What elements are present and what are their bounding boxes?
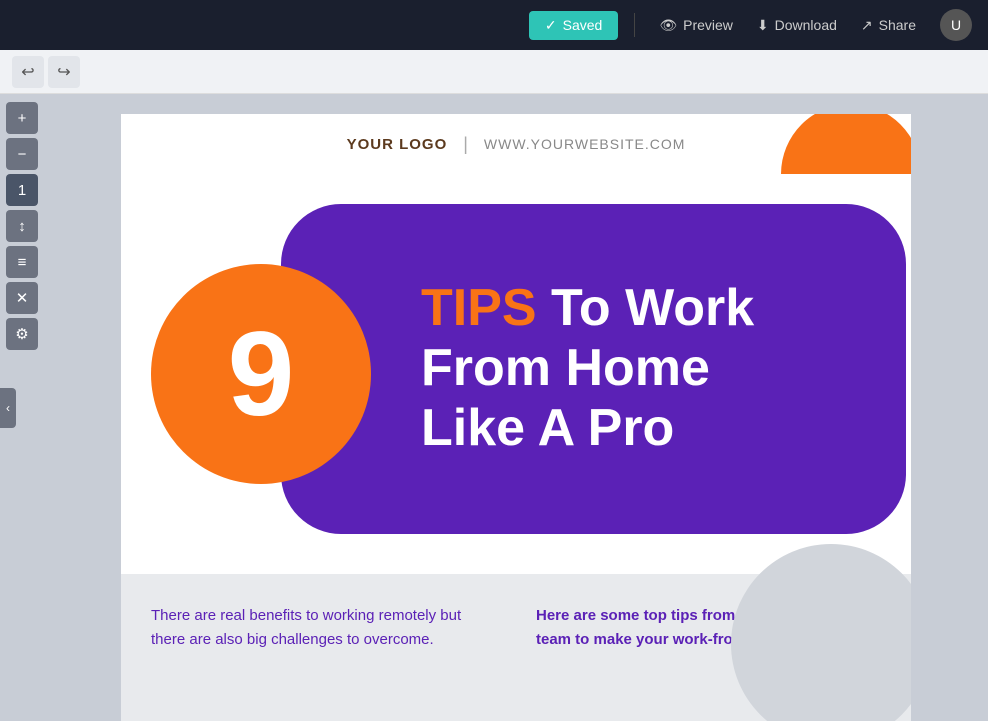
download-button[interactable]: ⬇ Download <box>749 13 845 38</box>
close-icon: ✕ <box>16 289 29 307</box>
remove-element-button[interactable]: − <box>6 138 38 170</box>
left-sidebar: ‹ + − 1 ↕ ≡ ✕ ⚙ <box>0 94 44 721</box>
download-icon: ⬇ <box>757 17 769 34</box>
undo-button[interactable]: ↩ <box>12 56 44 88</box>
settings-button[interactable]: ⚙ <box>6 318 38 350</box>
bottom-left-text: There are real benefits to working remot… <box>151 604 496 704</box>
hero-section: TIPS To Work From Home Like A Pro 9 <box>121 174 911 574</box>
preview-button[interactable]: 👁 Preview <box>651 13 741 38</box>
navbar: ✓ Saved 👁 Preview ⬇ Download ↗ Share U <box>0 0 988 50</box>
minus-icon: − <box>18 146 27 163</box>
resize-button[interactable]: ↕ <box>6 210 38 242</box>
resize-icon: ↕ <box>18 218 26 235</box>
add-element-button[interactable]: + <box>6 102 38 134</box>
page-number-button[interactable]: 1 <box>6 174 38 206</box>
eye-icon: 👁 <box>659 17 677 34</box>
share-icon: ↗ <box>861 17 873 34</box>
chevron-left-icon: ‹ <box>6 401 10 415</box>
canvas-header: YOUR LOGO | WWW.YOURWEBSITE.COM <box>121 114 911 174</box>
editor-area: ‹ + − 1 ↕ ≡ ✕ ⚙ YOUR LOGO | W <box>0 94 988 721</box>
number-circle: 9 <box>151 264 371 484</box>
check-icon: ✓ <box>545 17 557 34</box>
hero-line3: Like A Pro <box>421 399 674 457</box>
redo-button[interactable]: ↪ <box>48 56 80 88</box>
website-text: WWW.YOURWEBSITE.COM <box>484 136 686 152</box>
header-divider: | <box>463 134 468 155</box>
undo-icon: ↩ <box>21 62 34 82</box>
layers-button[interactable]: ≡ <box>6 246 38 278</box>
collapse-panel-button[interactable]: ‹ <box>0 388 16 428</box>
avatar-initial: U <box>951 17 961 33</box>
share-label: Share <box>879 17 916 33</box>
nav-divider <box>634 13 635 37</box>
purple-blob-background: TIPS To Work From Home Like A Pro <box>281 204 906 534</box>
page-number-icon: 1 <box>18 182 26 199</box>
download-label: Download <box>775 17 837 33</box>
toolbar: ↩ ↪ <box>0 50 988 94</box>
layers-icon: ≡ <box>18 254 27 271</box>
plus-icon: + <box>18 110 27 127</box>
bottom-section: There are real benefits to working remot… <box>121 574 911 721</box>
number-text: 9 <box>228 314 295 434</box>
canvas-container: YOUR LOGO | WWW.YOURWEBSITE.COM TIPS To … <box>44 94 988 721</box>
hero-title: TIPS To Work From Home Like A Pro <box>421 279 754 458</box>
logo-text: YOUR LOGO <box>347 136 448 153</box>
share-button[interactable]: ↗ Share <box>853 13 924 38</box>
hero-line2: From Home <box>421 339 710 397</box>
canvas[interactable]: YOUR LOGO | WWW.YOURWEBSITE.COM TIPS To … <box>121 114 911 721</box>
avatar[interactable]: U <box>940 9 972 41</box>
tips-label: TIPS <box>421 279 537 337</box>
delete-button[interactable]: ✕ <box>6 282 38 314</box>
preview-label: Preview <box>683 17 733 33</box>
settings-icon: ⚙ <box>15 325 28 343</box>
saved-button[interactable]: ✓ Saved <box>529 11 618 40</box>
saved-label: Saved <box>563 17 603 33</box>
redo-icon: ↪ <box>57 62 70 82</box>
